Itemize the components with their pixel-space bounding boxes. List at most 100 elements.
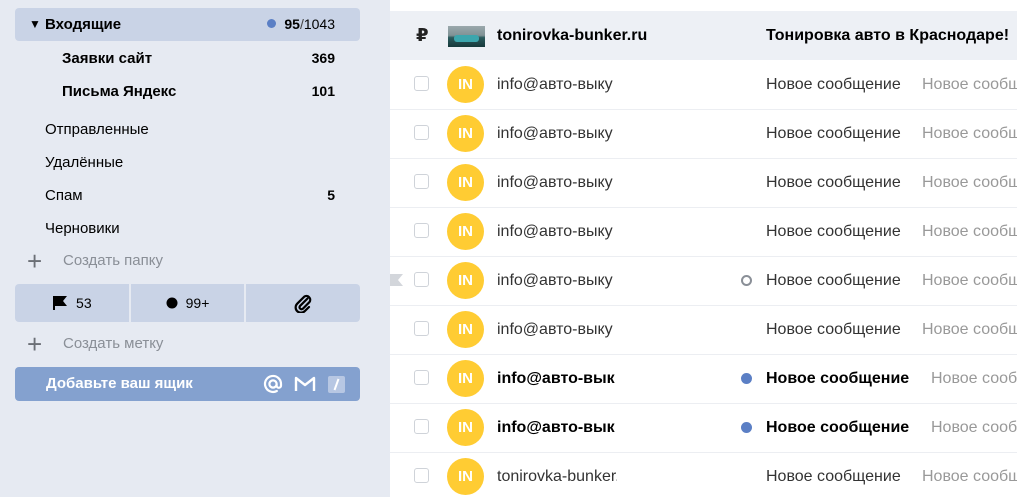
folder-pisma-yandex[interactable]: Письма Яндекс 101 — [15, 75, 360, 108]
message-subject: Новое сообщение — [766, 223, 901, 240]
sender-avatar: IN — [447, 409, 484, 446]
ruble-icon: ₽ — [416, 25, 429, 45]
message-sender: tonirovka-bunker.ru — [497, 468, 617, 485]
message-list: ₽ tonirovka-bunker.ru Тонировка авто в К… — [390, 0, 1017, 497]
message-row[interactable]: IN info@авто-выку Новое сообщение Новое соо… — [390, 109, 1017, 159]
message-checkbox[interactable] — [414, 223, 429, 238]
ad-sender: tonirovka-bunker.ru — [497, 27, 648, 44]
folder-trash[interactable]: Удалённые — [15, 146, 360, 179]
sender-avatar: IN — [447, 262, 484, 299]
folder-label: Удалённые — [45, 154, 124, 171]
message-row[interactable]: IN info@авто-выку Новое сообщение Новое соо… — [390, 305, 1017, 355]
at-icon[interactable] — [263, 367, 283, 401]
message-subject: Новое сообщение — [766, 125, 901, 142]
unread-dot-icon[interactable] — [741, 422, 752, 433]
message-checkbox[interactable] — [414, 125, 429, 140]
sender-avatar: IN — [447, 458, 484, 495]
message-snippet: Новое сообщение — [931, 419, 1017, 436]
mail-app: ▼ Входящие 95/1043 Заявки сайт 369 Письм… — [0, 0, 1017, 497]
sender-avatar: IN — [447, 311, 484, 348]
slash-icon[interactable] — [328, 367, 345, 401]
unread-dot-icon[interactable] — [741, 373, 752, 384]
read-ring-icon[interactable] — [741, 275, 752, 286]
message-snippet: Новое сообщение — [922, 125, 1017, 142]
folder-count: 369 — [311, 50, 335, 66]
collapse-arrow-icon[interactable]: ▼ — [29, 8, 41, 41]
folder-label: Заявки сайт — [62, 50, 153, 67]
message-checkbox[interactable] — [414, 419, 429, 434]
label-flagged-button[interactable]: 53 — [15, 284, 131, 322]
message-subject: Новое сообщение — [766, 419, 910, 436]
folder-label: Спам — [45, 187, 83, 204]
gmail-icon[interactable] — [294, 367, 316, 401]
message-row[interactable]: IN tonirovka-bunker.ru Новое сообщение Ново… — [390, 452, 1017, 497]
folder-count: 5 — [327, 187, 335, 203]
message-row[interactable]: IN info@авто-выку Новое сообщение Новое соо… — [390, 207, 1017, 257]
message-row[interactable]: IN info@авто-выку Новое сообщение Новое соо… — [390, 256, 1017, 306]
message-row[interactable]: IN info@авто-вык Новое сообщение Новое сооб… — [390, 354, 1017, 404]
sender-avatar: IN — [447, 66, 484, 103]
message-subject: Новое сообщение — [766, 370, 910, 387]
sender-avatar: IN — [447, 164, 484, 201]
message-checkbox[interactable] — [414, 76, 429, 91]
folder-label: Черновики — [45, 220, 120, 237]
flagged-count: 53 — [76, 295, 92, 311]
ad-subject: Тонировка авто в Краснодаре! — [766, 27, 1010, 44]
folder-spam[interactable]: Спам 5 — [15, 179, 360, 212]
inbox-total-count: 1043 — [303, 16, 335, 32]
message-checkbox[interactable] — [414, 272, 429, 287]
message-subject: Новое сообщение — [766, 174, 901, 191]
inbox-counter: 95/1043 — [267, 8, 335, 41]
add-mailbox-label: Добавьте ваш ящик — [46, 375, 193, 392]
flag-toggle-icon[interactable] — [390, 273, 404, 292]
ad-thumbnail — [448, 26, 485, 47]
message-row[interactable]: IN info@авто-вык Новое сообщение Новое сооб… — [390, 403, 1017, 453]
folder-inbox[interactable]: ▼ Входящие 95/1043 — [15, 8, 360, 41]
message-snippet: Новое сообщение — [922, 223, 1017, 240]
message-sender: info@авто-вык — [497, 370, 615, 387]
message-snippet: Новое сообщение — [922, 76, 1017, 93]
message-subject: Новое сообщение — [766, 321, 901, 338]
message-sender: info@авто-вык — [497, 419, 615, 436]
message-checkbox[interactable] — [414, 321, 429, 336]
labels-bar: 53 99+ — [15, 284, 360, 322]
message-subject: Новое сообщение — [766, 272, 901, 289]
folder-inbox-label: Входящие — [45, 16, 122, 33]
label-unread-button[interactable]: 99+ — [131, 284, 247, 322]
message-checkbox[interactable] — [414, 174, 429, 189]
message-checkbox[interactable] — [414, 468, 429, 483]
sender-avatar: IN — [447, 213, 484, 250]
message-sender: info@авто-выку — [497, 223, 613, 240]
folder-count: 101 — [311, 83, 335, 99]
folder-sidebar: ▼ Входящие 95/1043 Заявки сайт 369 Письм… — [0, 0, 390, 497]
paperclip-icon — [293, 293, 313, 313]
folder-zayavki-sait[interactable]: Заявки сайт 369 — [15, 42, 360, 75]
folder-drafts[interactable]: Черновики — [15, 212, 360, 245]
message-row[interactable]: IN info@авто-выку Новое сообщение Новое соо… — [390, 60, 1017, 110]
message-sender: info@авто-выку — [497, 125, 613, 142]
message-snippet: Новое сообщение — [922, 272, 1017, 289]
ad-row[interactable]: ₽ tonirovka-bunker.ru Тонировка авто в К… — [390, 11, 1017, 60]
folder-label: Письма Яндекс — [62, 83, 177, 100]
add-mailbox-button[interactable]: Добавьте ваш ящик — [15, 367, 360, 401]
sender-avatar: IN — [447, 360, 484, 397]
message-subject: Новое сообщение — [766, 76, 901, 93]
message-row[interactable]: IN info@авто-выку Новое сообщение Новое соо… — [390, 158, 1017, 208]
message-snippet: Новое сообщение — [922, 321, 1017, 338]
unread-dot-icon — [267, 19, 277, 28]
plus-icon: + — [27, 246, 43, 276]
folder-label: Отправленные — [45, 121, 149, 138]
message-sender: info@авто-выку — [497, 272, 613, 289]
sender-avatar: IN — [447, 115, 484, 152]
label-attachments-button[interactable] — [246, 284, 360, 322]
plus-icon: + — [27, 329, 43, 359]
create-label-label: Создать метку — [63, 335, 164, 352]
folder-sent[interactable]: Отправленные — [15, 113, 360, 146]
message-checkbox[interactable] — [414, 370, 429, 385]
message-sender: info@авто-выку — [497, 76, 613, 93]
flag-icon — [52, 296, 68, 310]
message-sender: info@авто-выку — [497, 174, 613, 191]
message-snippet: Новое сообщение — [931, 370, 1017, 387]
message-snippet: Новое сообщение — [922, 174, 1017, 191]
message-sender: info@авто-выку — [497, 321, 613, 338]
